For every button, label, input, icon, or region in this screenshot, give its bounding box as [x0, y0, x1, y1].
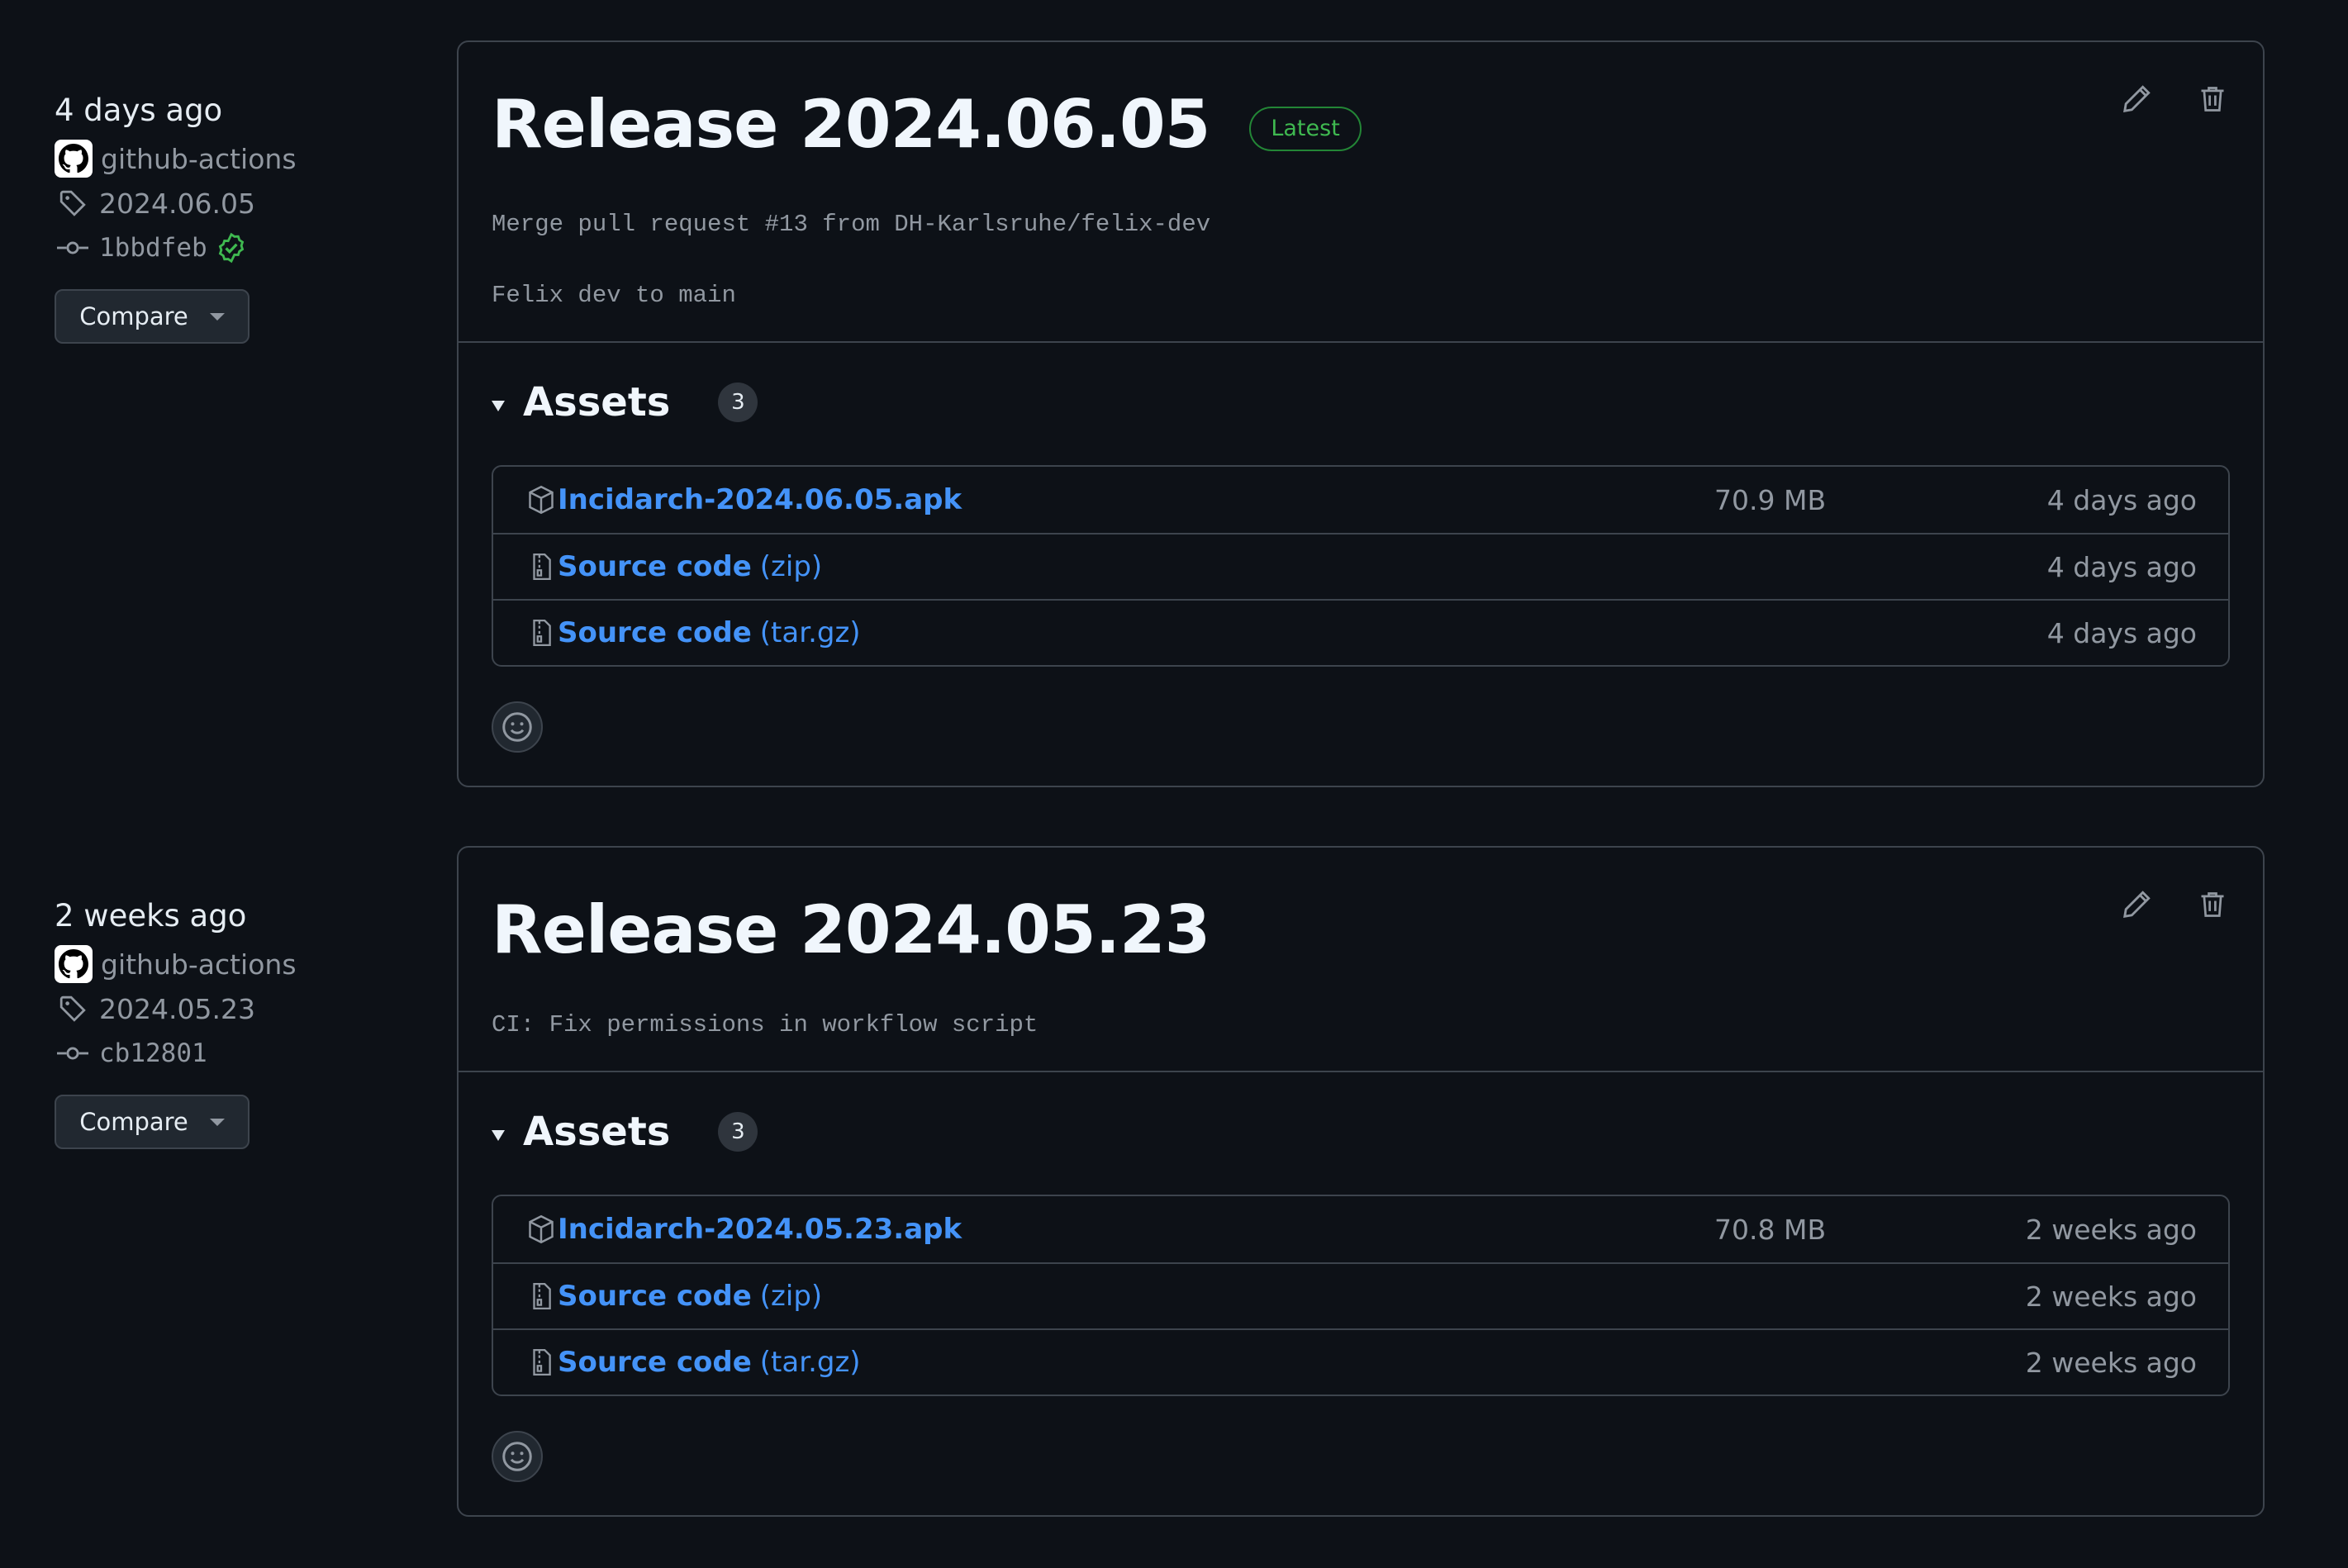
asset-link[interactable]: Source code: [558, 616, 752, 649]
asset-list: Incidarch-2024.06.05.apk 70.9 MB 4 days …: [492, 465, 2230, 667]
assets-counter: 3: [718, 382, 758, 422]
asset-link[interactable]: Incidarch-2024.05.23.apk: [558, 1213, 962, 1246]
asset-ext[interactable]: (zip): [760, 1280, 822, 1313]
description-line: Merge pull request #13 from DH-Karlsruhe…: [492, 211, 1211, 238]
file-zip-icon: [525, 1346, 558, 1379]
release-description: CI: Fix permissions in workflow script: [492, 1011, 2230, 1039]
trash-icon[interactable]: [2195, 887, 2230, 922]
asset-row: Source code (tar.gz) 2 weeks ago: [493, 1328, 2228, 1395]
asset-date: 4 days ago: [2046, 616, 2197, 649]
assets-toggle[interactable]: Assets 3: [492, 1109, 2230, 1155]
add-reaction-button[interactable]: [492, 701, 543, 753]
add-reaction-button[interactable]: [492, 1431, 543, 1482]
release-date: 2 weeks ago: [55, 898, 247, 934]
asset-date: 2 weeks ago: [2025, 1213, 2197, 1246]
commit-icon: [55, 1037, 91, 1070]
description-line: CI: Fix permissions in workflow script: [492, 1011, 1039, 1038]
commit-sha[interactable]: 1bbdfeb: [99, 233, 207, 263]
github-icon: [59, 144, 88, 173]
file-zip-icon: [525, 616, 558, 649]
trash-icon[interactable]: [2195, 82, 2230, 116]
asset-link[interactable]: Source code: [558, 550, 752, 583]
commit-row[interactable]: 1bbdfeb: [55, 231, 402, 264]
assets-toggle[interactable]: Assets 3: [492, 379, 2230, 425]
assets-title: Assets: [523, 1109, 671, 1155]
asset-size: 70.9 MB: [1714, 483, 1827, 516]
avatar[interactable]: [55, 945, 93, 983]
release-meta: 4 days ago github-actions 2024.06.05 1bb…: [55, 93, 402, 344]
asset-date: 2 weeks ago: [2025, 1280, 2197, 1313]
tag-row[interactable]: 2024.05.23: [55, 992, 402, 1025]
asset-date: 4 days ago: [2046, 550, 2197, 583]
tag-name[interactable]: 2024.05.23: [99, 993, 255, 1025]
caret-down-icon: [209, 1118, 225, 1126]
release-title[interactable]: Release 2024.06.05: [492, 85, 1210, 164]
triangle-down-icon: [492, 1129, 505, 1141]
smiley-icon: [502, 712, 532, 742]
avatar[interactable]: [55, 140, 93, 178]
description-line: Felix dev to main: [492, 282, 736, 309]
asset-row: Source code (zip) 2 weeks ago: [493, 1262, 2228, 1328]
commit-sha[interactable]: cb12801: [99, 1038, 207, 1068]
release-actions: [2119, 82, 2230, 116]
asset-date: 2 weeks ago: [2025, 1346, 2197, 1379]
author-name[interactable]: github-actions: [101, 143, 297, 175]
caret-down-icon: [209, 312, 225, 321]
verified-icon[interactable]: [216, 232, 247, 264]
file-zip-icon: [525, 1280, 558, 1313]
asset-date: 4 days ago: [2046, 483, 2197, 516]
asset-row: Incidarch-2024.06.05.apk 70.9 MB 4 days …: [493, 467, 2228, 533]
asset-row: Source code (tar.gz) 4 days ago: [493, 599, 2228, 665]
package-icon: [525, 483, 558, 516]
asset-list: Incidarch-2024.05.23.apk 70.8 MB 2 weeks…: [492, 1195, 2230, 1396]
release-header: Release 2024.05.23 CI: Fix permissions i…: [459, 848, 2263, 1072]
compare-button[interactable]: Compare: [55, 1095, 250, 1149]
release-card: Release 2024.06.05 Latest Merge pull req…: [457, 40, 2265, 787]
author-row[interactable]: github-actions: [55, 140, 402, 178]
release-meta: 2 weeks ago github-actions 2024.05.23 cb…: [55, 898, 402, 1149]
release-title[interactable]: Release 2024.05.23: [492, 891, 1210, 970]
latest-badge: Latest: [1249, 107, 1362, 151]
asset-link[interactable]: Source code: [558, 1346, 752, 1379]
author-row[interactable]: github-actions: [55, 945, 402, 983]
tag-icon: [55, 992, 91, 1025]
pencil-icon[interactable]: [2119, 887, 2154, 922]
assets-counter: 3: [718, 1112, 758, 1152]
triangle-down-icon: [492, 400, 505, 411]
compare-button[interactable]: Compare: [55, 289, 250, 344]
smiley-icon: [502, 1442, 532, 1471]
asset-row: Source code (zip) 4 days ago: [493, 533, 2228, 599]
asset-link[interactable]: Source code: [558, 1280, 752, 1313]
tag-name[interactable]: 2024.06.05: [99, 188, 255, 220]
tag-icon: [55, 187, 91, 220]
release-header: Release 2024.06.05 Latest Merge pull req…: [459, 42, 2263, 343]
release-date: 4 days ago: [55, 93, 223, 128]
package-icon: [525, 1213, 558, 1246]
release-card: Release 2024.05.23 CI: Fix permissions i…: [457, 846, 2265, 1517]
commit-row[interactable]: cb12801: [55, 1037, 402, 1070]
release-description: Merge pull request #13 from DH-Karlsruhe…: [492, 211, 2230, 310]
compare-label: Compare: [79, 302, 188, 330]
tag-row[interactable]: 2024.06.05: [55, 187, 402, 220]
asset-link[interactable]: Incidarch-2024.06.05.apk: [558, 483, 962, 516]
asset-ext[interactable]: (zip): [760, 550, 822, 583]
file-zip-icon: [525, 550, 558, 583]
asset-size: 70.8 MB: [1714, 1213, 1827, 1246]
assets-section: Assets 3 Incidarch-2024.06.05.apk 70.9 M…: [459, 343, 2263, 786]
asset-row: Incidarch-2024.05.23.apk 70.8 MB 2 weeks…: [493, 1196, 2228, 1262]
assets-title: Assets: [523, 379, 671, 425]
commit-icon: [55, 231, 91, 264]
asset-ext[interactable]: (tar.gz): [760, 616, 861, 649]
compare-label: Compare: [79, 1108, 188, 1136]
author-name[interactable]: github-actions: [101, 948, 297, 981]
github-icon: [59, 949, 88, 979]
asset-ext[interactable]: (tar.gz): [760, 1346, 861, 1379]
pencil-icon[interactable]: [2119, 82, 2154, 116]
assets-section: Assets 3 Incidarch-2024.05.23.apk 70.8 M…: [459, 1072, 2263, 1515]
release-actions: [2119, 887, 2230, 922]
